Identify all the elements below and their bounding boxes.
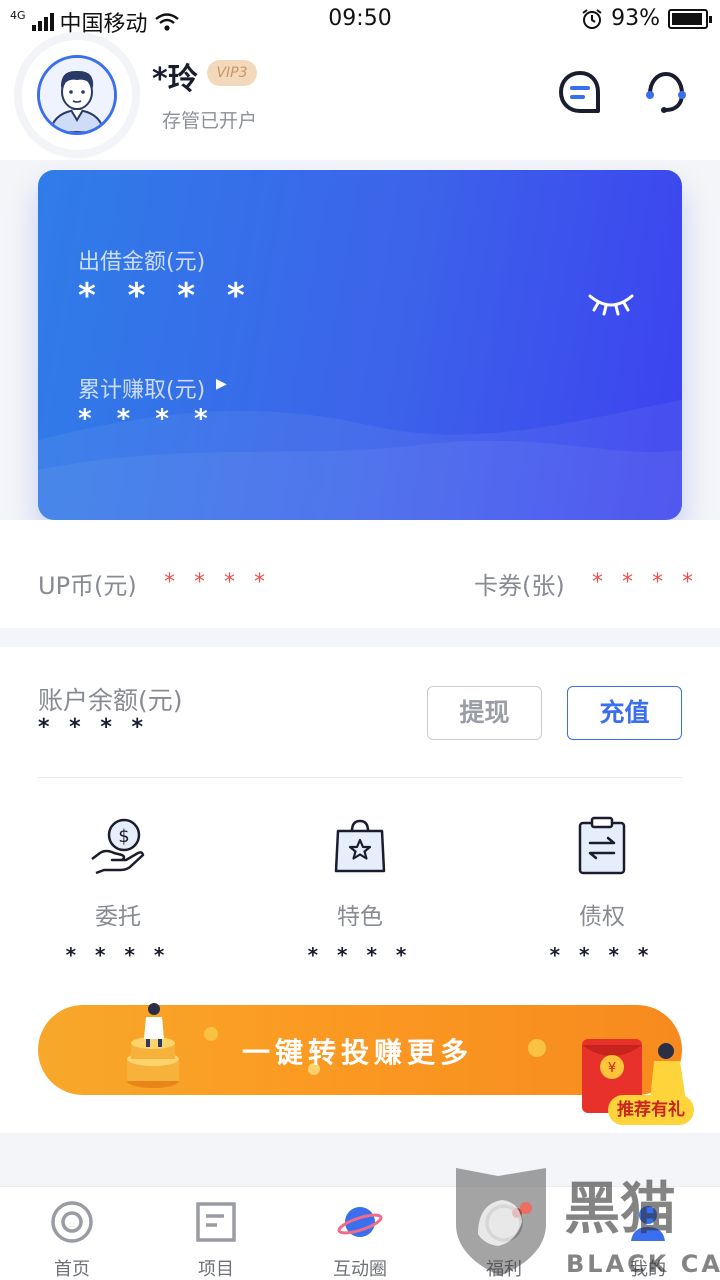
tab-projects[interactable]: 项目 bbox=[161, 1199, 271, 1280]
star-bag-icon bbox=[334, 819, 386, 873]
coupons-label[interactable]: 卡券(张) bbox=[474, 566, 565, 601]
eye-closed-icon[interactable] bbox=[586, 288, 636, 318]
feature-value: * * * * bbox=[549, 943, 655, 967]
planet-icon bbox=[337, 1207, 383, 1237]
lend-amount-label: 出借金额(元) bbox=[78, 250, 206, 275]
coupons-value: * * * * bbox=[592, 570, 699, 595]
tab-label: 项目 bbox=[198, 1259, 234, 1280]
feature-label: 债权 bbox=[579, 904, 625, 930]
feature-label: 委托 bbox=[95, 904, 141, 930]
balance-section: 账户余额(元) * * * * 提现 充值 $ 委托 * * * * 特色 * … bbox=[0, 647, 720, 1133]
avatar[interactable] bbox=[22, 40, 132, 150]
project-square-icon bbox=[196, 1202, 236, 1242]
feature-value: * * * * bbox=[307, 943, 413, 967]
status-bar: 4G 中国移动 09:50 93% bbox=[0, 0, 720, 40]
feature-special[interactable]: 特色 * * * * bbox=[280, 813, 440, 967]
profile-header: *玲 VIP3 存管已开户 bbox=[0, 40, 720, 160]
tab-home[interactable]: 首页 bbox=[17, 1199, 127, 1280]
up-coin-value: * * * * bbox=[164, 570, 271, 595]
coin-decoration bbox=[204, 1027, 218, 1041]
investment-card: 出借金额(元) * * * * 累计赚取(元) ▶ * * * * bbox=[38, 170, 682, 520]
assets-row: UP币(元) * * * * 卡券(张) * * * * bbox=[0, 520, 720, 628]
home-circle-icon bbox=[51, 1201, 93, 1243]
divider bbox=[38, 777, 682, 778]
alarm-icon bbox=[582, 8, 602, 29]
svg-text:$: $ bbox=[118, 826, 129, 847]
balance-label: 账户余额(元) bbox=[38, 686, 183, 715]
battery-icon bbox=[668, 8, 712, 29]
coin-stack-person-icon bbox=[127, 1003, 179, 1088]
recharge-button[interactable]: 充值 bbox=[567, 686, 682, 740]
transfer-clipboard-icon bbox=[578, 816, 626, 875]
svg-text:¥: ¥ bbox=[608, 1061, 616, 1076]
vip-badge[interactable]: VIP3 bbox=[207, 60, 257, 86]
black-cat-watermark-logo: 黑猫 BLACK CAT bbox=[456, 1168, 720, 1278]
play-arrow-icon[interactable]: ▶ bbox=[216, 376, 227, 392]
feature-label: 特色 bbox=[337, 904, 383, 930]
earned-label[interactable]: 累计赚取(元) bbox=[78, 372, 205, 404]
user-avatar-icon bbox=[40, 58, 114, 132]
account-status: 存管已开户 bbox=[162, 110, 258, 132]
feature-claims[interactable]: 债权 * * * * bbox=[522, 813, 682, 967]
withdraw-button[interactable]: 提现 bbox=[427, 686, 542, 740]
up-coin-label[interactable]: UP币(元) bbox=[38, 566, 137, 601]
balance-value: * * * * bbox=[38, 715, 149, 740]
lend-amount-value: * * * * bbox=[78, 276, 255, 316]
tab-label: 首页 bbox=[54, 1259, 90, 1280]
banner-text: 一键转投赚更多 bbox=[242, 1036, 474, 1069]
recommend-badge[interactable]: 推荐有礼 bbox=[608, 1095, 694, 1125]
feature-value: * * * * bbox=[65, 943, 171, 967]
coin-decoration bbox=[528, 1039, 546, 1057]
hand-dollar-icon: $ bbox=[91, 818, 145, 875]
username: *玲 bbox=[152, 62, 198, 97]
customer-service-icon[interactable] bbox=[642, 68, 690, 116]
earned-value: * * * * bbox=[78, 404, 216, 434]
feature-entrust[interactable]: $ 委托 * * * * bbox=[38, 813, 198, 967]
battery-percent: 93% bbox=[611, 6, 660, 31]
tab-label: 互动圈 bbox=[333, 1259, 387, 1280]
watermark-brand-cn: 黑猫 bbox=[564, 1177, 676, 1242]
tab-community[interactable]: 互动圈 bbox=[305, 1199, 415, 1280]
watermark-brand-en: BLACK CAT bbox=[566, 1250, 720, 1278]
message-icon[interactable] bbox=[556, 68, 604, 116]
